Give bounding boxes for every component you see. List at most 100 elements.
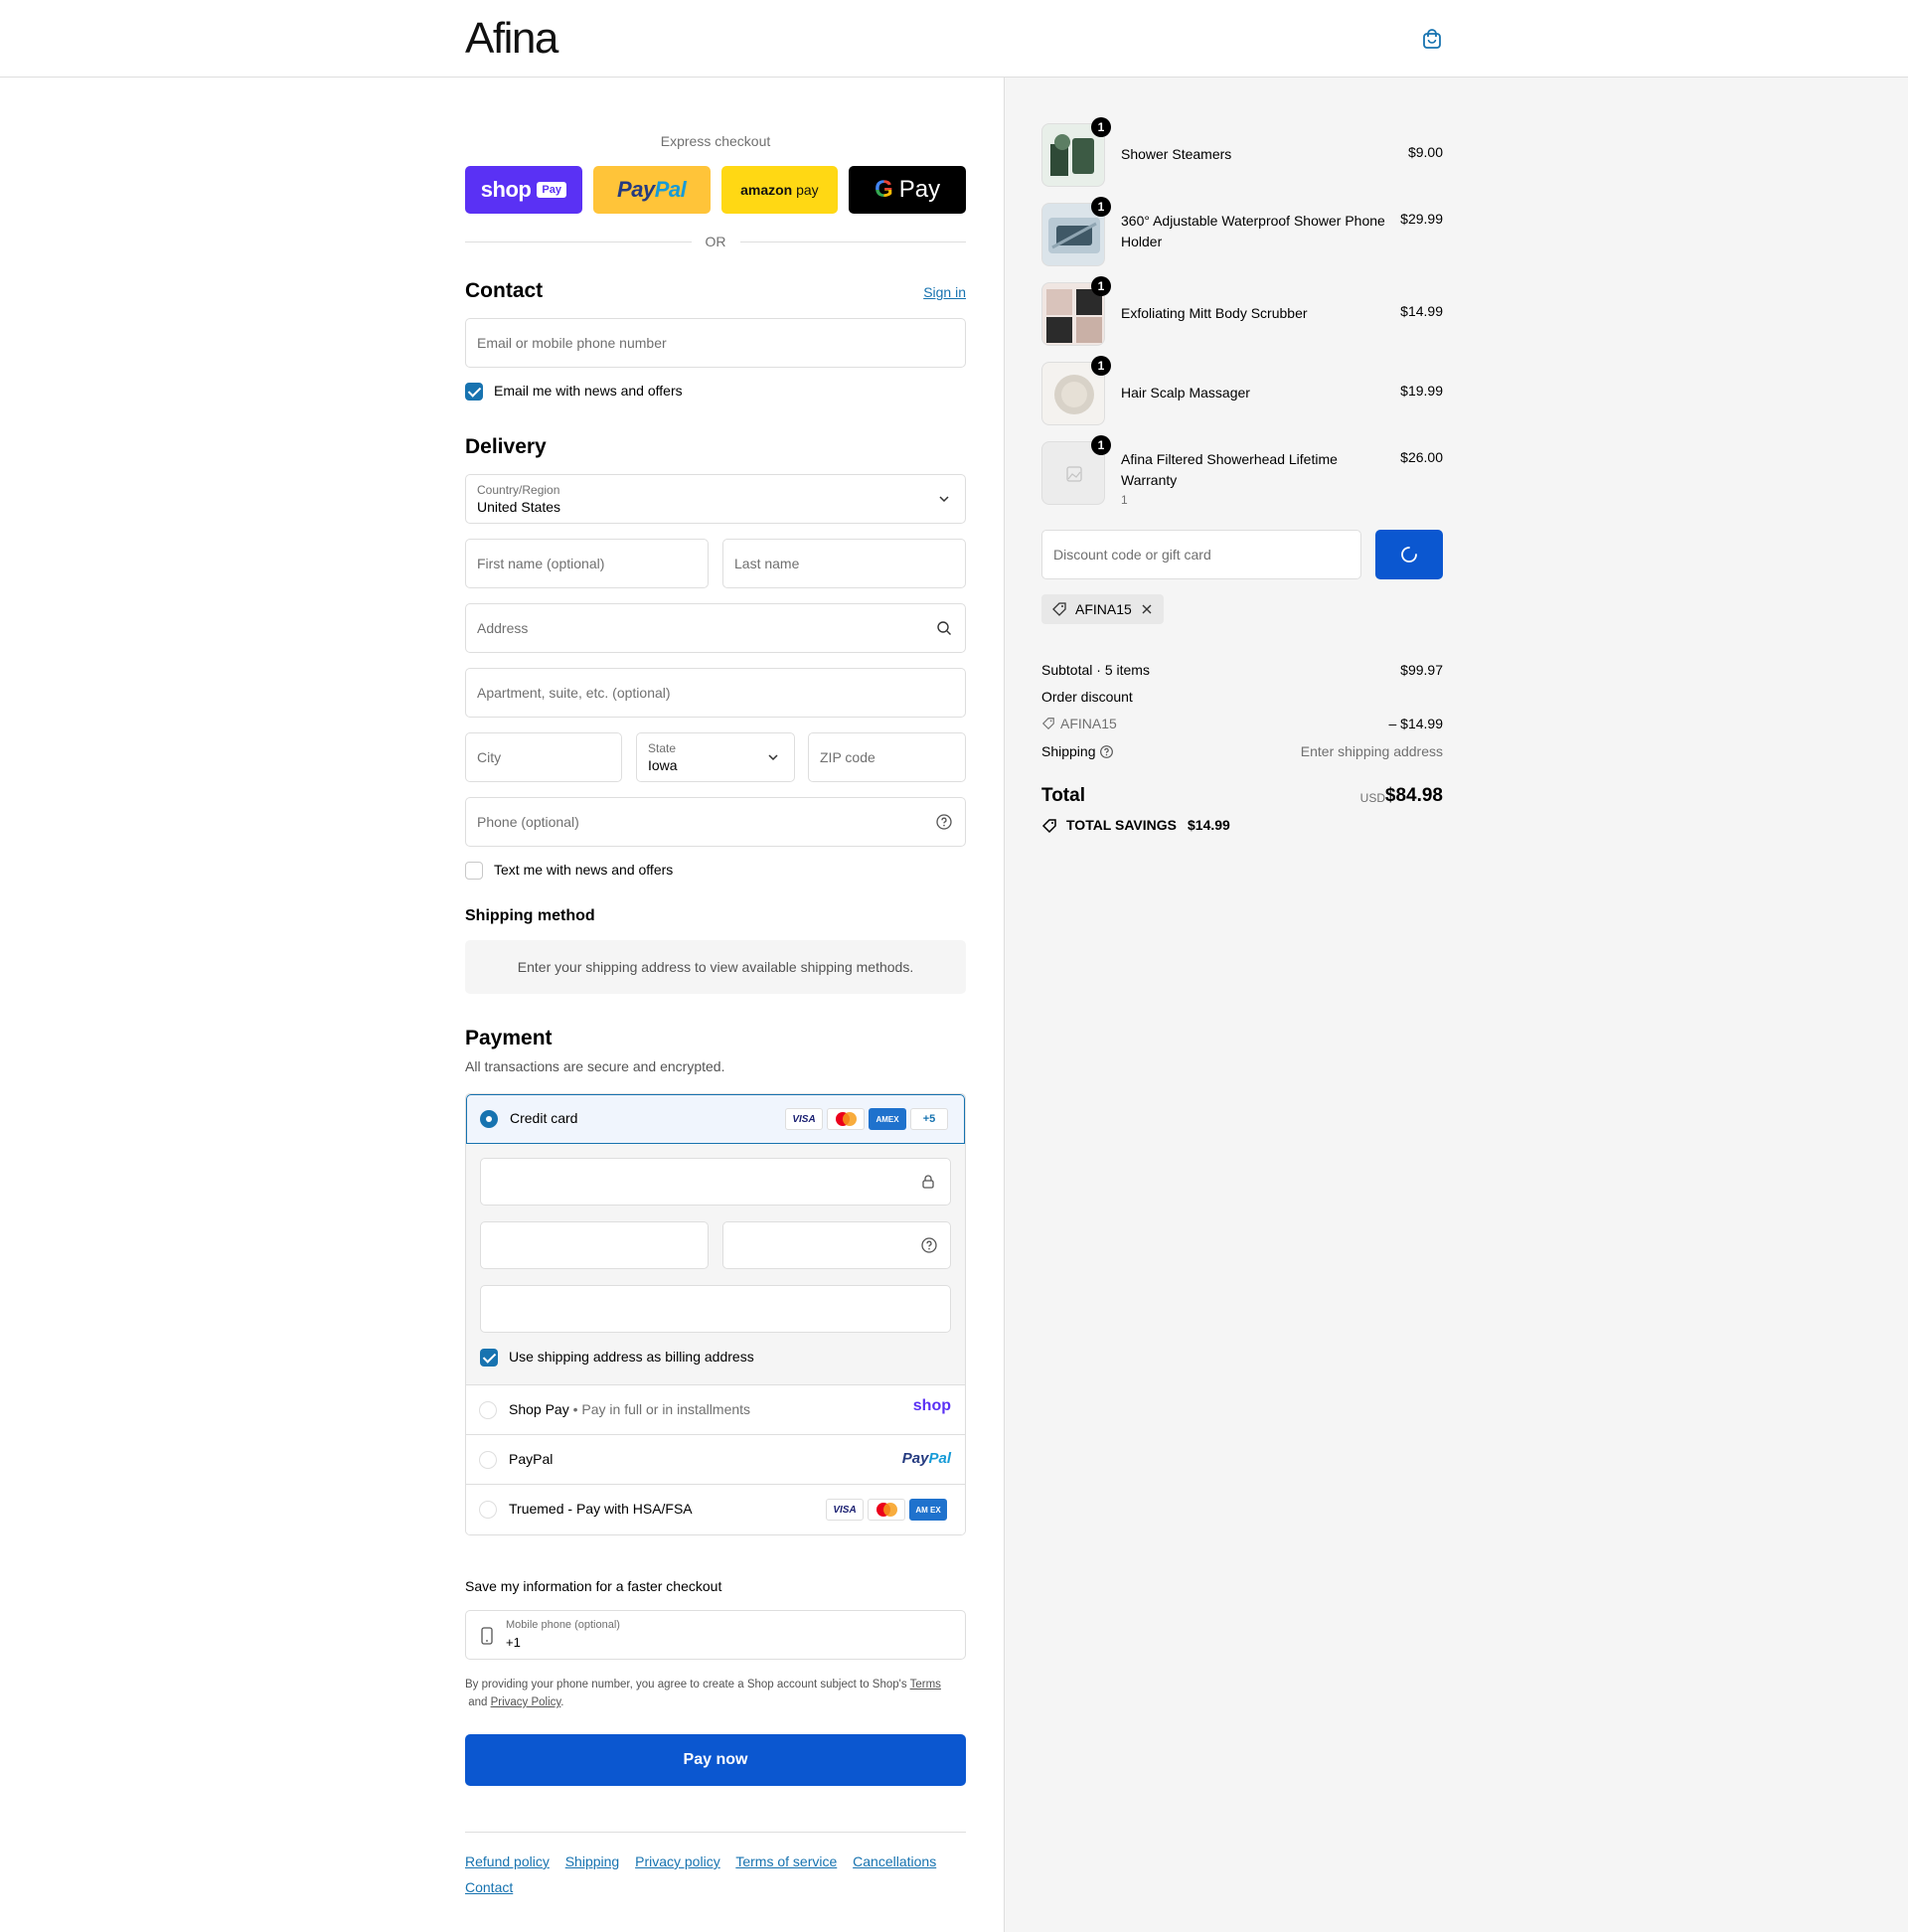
shopping-bag-icon[interactable] (1421, 28, 1443, 50)
truemed-option[interactable]: Truemed - Pay with HSA/FSA VISA AM EX (466, 1485, 965, 1534)
amazon-pay-text: pay (792, 182, 819, 198)
footer-link-cancellations[interactable]: Cancellations (853, 1853, 936, 1869)
paypal-radio[interactable] (479, 1451, 497, 1469)
help-circle-icon[interactable] (1099, 744, 1114, 759)
truemed-radio[interactable] (479, 1501, 497, 1519)
apartment-placeholder: Apartment, suite, etc. (optional) (477, 685, 671, 701)
mobile-phone-value: +1 (506, 1635, 521, 1650)
order-summary-panel (1004, 78, 1908, 1932)
express-checkout-title: Express checkout (660, 133, 771, 149)
paypal-option[interactable]: PayPal PayPal (466, 1435, 965, 1485)
mastercard-icon (827, 1108, 865, 1130)
order-discount-label: Order discount (1041, 689, 1133, 705)
paypal-button[interactable]: Pay Pal (592, 166, 711, 214)
item-name: Exfoliating Mitt Body Scrubber (1121, 305, 1308, 321)
google-g-icon: G (874, 176, 893, 203)
express-checkout-buttons: shop Pay Pay Pal amazon pay G Pay (465, 166, 966, 214)
card-number-field[interactable] (480, 1158, 951, 1206)
shop-pay-logo: shop (480, 177, 532, 202)
terms-link[interactable]: Terms (910, 1679, 941, 1690)
truemed-label: Truemed - Pay with HSA/FSA (509, 1501, 693, 1517)
tag-icon (1052, 602, 1066, 616)
tag-icon (1041, 718, 1054, 730)
text-news-label: Text me with news and offers (494, 862, 674, 878)
payment-methods: Credit card VISA AMEX +5 Use shipping ad… (465, 1093, 966, 1535)
item-name: Hair Scalp Massager (1121, 385, 1250, 401)
sign-in-link[interactable]: Sign in (923, 284, 966, 300)
first-name-field[interactable]: First name (optional) (465, 539, 709, 588)
shop-pay-option[interactable]: Shop Pay • Pay in full or in installment… (466, 1385, 965, 1435)
security-code-field[interactable] (722, 1221, 951, 1269)
mobile-phone-label: Mobile phone (optional) (506, 1619, 620, 1631)
shop-pay-radio[interactable] (479, 1401, 497, 1419)
paypal-logo-pay: Pay (617, 177, 655, 202)
google-pay-button[interactable]: G Pay (849, 166, 966, 214)
address-field[interactable]: Address (465, 603, 966, 653)
footer-link-shipping[interactable]: Shipping (565, 1853, 620, 1869)
apartment-field[interactable]: Apartment, suite, etc. (optional) (465, 668, 966, 718)
or-text: OR (705, 234, 726, 249)
discount-code-label: AFINA15 (1060, 716, 1117, 731)
shipping-row: Shipping Enter shipping address (1041, 743, 1443, 759)
credit-card-label: Credit card (510, 1110, 578, 1126)
order-discount-row: Order discount (1041, 689, 1443, 705)
billing-address-checkbox[interactable] (480, 1349, 498, 1367)
email-placeholder: Email or mobile phone number (477, 335, 667, 351)
quantity-badge: 1 (1091, 356, 1111, 376)
save-info-heading: Save my information for a faster checkou… (465, 1578, 722, 1594)
zip-field[interactable]: ZIP code (808, 732, 966, 782)
discount-code-field[interactable]: Discount code or gift card (1041, 530, 1361, 579)
payment-heading: Payment (465, 1027, 553, 1049)
credit-card-radio[interactable] (480, 1110, 498, 1128)
chevron-down-icon (939, 496, 949, 503)
email-news-checkbox[interactable] (465, 383, 483, 401)
paypal-logo: PayPal (901, 1450, 951, 1467)
address-placeholder: Address (477, 620, 529, 636)
shop-pay-tag: Pay (537, 182, 566, 198)
shop-logo: shop (912, 1397, 951, 1414)
email-field[interactable]: Email or mobile phone number (465, 318, 966, 368)
visa-icon: VISA (785, 1108, 823, 1130)
text-news-checkbox[interactable] (465, 862, 483, 880)
shipping-label: Shipping (1041, 743, 1096, 759)
expiration-date-field[interactable] (480, 1221, 709, 1269)
item-price: $19.99 (1400, 383, 1443, 399)
state-label: State (648, 741, 677, 755)
state-select[interactable]: State Iowa (636, 732, 795, 782)
mobile-phone-field[interactable]: Mobile phone (optional) +1 (465, 1610, 966, 1660)
amazon-logo: amazon (740, 182, 793, 198)
country-value: United States (477, 499, 561, 515)
name-on-card-field[interactable] (480, 1285, 951, 1333)
total-label: Total (1041, 785, 1085, 806)
header: Afina (0, 0, 1908, 78)
apply-discount-button[interactable] (1375, 530, 1443, 579)
country-select[interactable]: Country/Region United States (465, 474, 966, 524)
credit-card-option[interactable]: Credit card VISA AMEX +5 (466, 1094, 965, 1144)
help-circle-icon[interactable] (920, 1236, 938, 1254)
privacy-policy-link[interactable]: Privacy Policy (491, 1696, 561, 1708)
help-circle-icon[interactable] (935, 813, 953, 831)
city-placeholder: City (477, 749, 502, 765)
shop-legal-text: By providing your phone number, you agre… (465, 1679, 941, 1708)
footer-link-contact[interactable]: Contact (465, 1879, 513, 1895)
phone-field[interactable]: Phone (optional) (465, 797, 966, 847)
total-value: $84.98 (1384, 785, 1443, 806)
last-name-field[interactable]: Last name (722, 539, 966, 588)
item-price: $29.99 (1400, 211, 1443, 227)
currency-code: USD (1359, 791, 1385, 805)
visa-icon: VISA (826, 1499, 864, 1521)
city-field[interactable]: City (465, 732, 622, 782)
amex-icon: AM EX (909, 1499, 947, 1521)
remove-discount-icon[interactable] (1140, 602, 1154, 616)
payment-subtitle: All transactions are secure and encrypte… (465, 1058, 725, 1074)
shop-pay-button[interactable]: shop Pay (465, 166, 582, 214)
store-logo[interactable]: Afina (465, 14, 558, 64)
total-savings-label: TOTAL SAVINGS (1066, 817, 1177, 833)
footer-link-terms-of-service[interactable]: Terms of service (735, 1853, 837, 1869)
shipping-method-note: Enter your shipping address to view avai… (465, 940, 966, 994)
amazon-pay-button[interactable]: amazon pay (720, 166, 839, 214)
tag-icon (1041, 819, 1056, 834)
footer-link-privacy-policy[interactable]: Privacy policy (635, 1853, 720, 1869)
pay-now-button[interactable]: Pay now (465, 1734, 966, 1786)
footer-link-refund-policy[interactable]: Refund policy (465, 1853, 550, 1869)
